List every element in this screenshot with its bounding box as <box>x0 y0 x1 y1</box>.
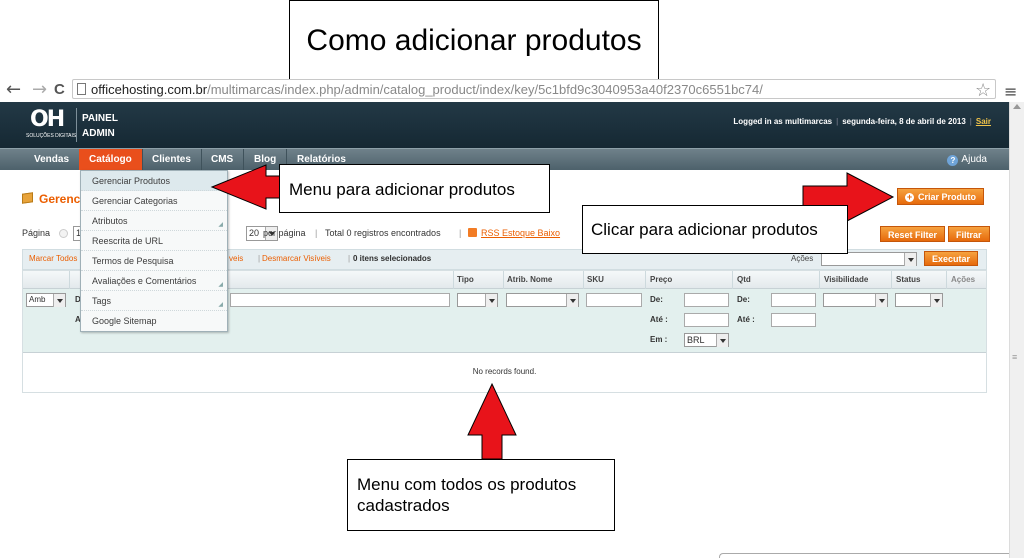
arrow-to-grid-icon <box>467 382 517 460</box>
callout-menu: Menu para adicionar produtos <box>279 164 550 213</box>
page-edge <box>719 553 1009 558</box>
callout-add-button: Clicar para adicionar produtos <box>582 205 848 254</box>
callout-grid: Menu com todos os produtos cadastrados <box>347 459 615 531</box>
